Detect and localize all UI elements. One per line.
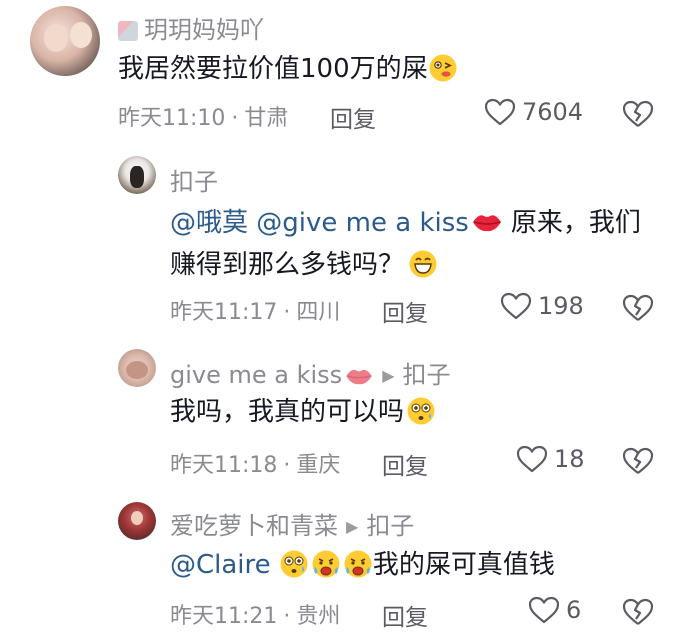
username[interactable]: give me a kiss ▶ 扣子	[170, 355, 451, 390]
comment-item: 玥玥妈妈吖 我居然要拉价值100万的屎 昨天11:10 · 甘肃 回复 7604	[0, 0, 690, 140]
reply-button[interactable]: 回复	[382, 294, 428, 328]
flushed-emoji-icon	[279, 549, 309, 579]
comment-item: 爱吃萝卜和青菜 ▶ 扣子 @Claire 我的屎可真值钱 昨天11:21 · 贵州 回复…	[0, 498, 690, 634]
heart-outline-icon	[500, 292, 532, 320]
gif-placeholder-icon	[118, 21, 138, 41]
reply-button[interactable]: 回复	[382, 447, 428, 481]
avatar[interactable]	[118, 349, 156, 387]
scream-emoji-icon	[311, 549, 341, 579]
location: 贵州	[296, 604, 341, 629]
mention-link[interactable]: @Claire	[170, 550, 271, 580]
reply-to-username[interactable]: 扣子	[366, 512, 414, 540]
broken-heart-icon[interactable]	[622, 100, 654, 128]
lips-icon	[471, 211, 503, 233]
reply-button[interactable]: 回复	[382, 598, 428, 632]
play-arrow-icon: ▶	[346, 517, 359, 536]
meta-separator: ·	[231, 106, 239, 131]
meta-separator: ·	[283, 300, 291, 325]
comment-text-line2: 赚得到那么多钱吗？	[170, 244, 438, 286]
reply-to-username[interactable]: 扣子	[403, 361, 451, 389]
timestamp: 昨天11:18	[170, 453, 278, 478]
comment-item: 扣子 @哦莫 @give me a kiss 原来，我们 赚得到那么多钱吗？ 昨天…	[0, 150, 690, 330]
timestamp: 昨天11:17	[170, 300, 278, 325]
avatar-face	[44, 24, 68, 52]
avatar[interactable]	[118, 156, 156, 194]
like-count: 6	[566, 596, 582, 624]
avatar-face	[131, 511, 143, 525]
like-count: 18	[554, 445, 585, 473]
broken-heart-icon[interactable]	[622, 447, 654, 475]
comment-text: 我居然要拉价值100万的屎	[118, 48, 458, 90]
reply-button[interactable]: 回复	[330, 100, 376, 134]
avatar-child-face	[70, 22, 92, 48]
like-count: 7604	[522, 98, 584, 126]
location: 重庆	[296, 453, 341, 478]
comment-meta: 昨天11:18 · 重庆	[170, 447, 340, 479]
heart-outline-icon	[484, 98, 516, 126]
avatar[interactable]	[118, 502, 156, 540]
like-count: 198	[538, 292, 584, 320]
scream-emoji-icon	[343, 549, 373, 579]
comment-meta: 昨天11:10 · 甘肃	[118, 100, 288, 132]
heart-outline-icon	[516, 445, 548, 473]
location: 四川	[296, 300, 341, 325]
avatar-figure	[126, 361, 148, 379]
location: 甘肃	[244, 106, 289, 131]
mention-link[interactable]: @哦莫	[170, 208, 248, 238]
comment-item: give me a kiss ▶ 扣子 我吗，我真的可以吗 昨天11:18 · 重庆 回…	[0, 345, 690, 485]
wink-emoji-icon	[428, 53, 458, 83]
avatar-figure	[130, 166, 144, 188]
meta-separator: ·	[283, 453, 291, 478]
like-button[interactable]: 18	[516, 445, 585, 473]
comment-text: @哦莫 @give me a kiss 原来，我们	[170, 208, 641, 238]
like-button[interactable]: 6	[528, 596, 581, 624]
meta-separator: ·	[283, 604, 291, 629]
broken-heart-icon[interactable]	[622, 598, 654, 626]
timestamp: 昨天11:21	[170, 604, 278, 629]
comment-text: @Claire 我的屎可真值钱	[170, 549, 555, 580]
username[interactable]: 扣子	[170, 162, 218, 197]
flushed-emoji-icon	[406, 396, 436, 426]
grin-emoji-icon	[408, 249, 438, 279]
comment-text: 我吗，我真的可以吗	[170, 391, 436, 433]
comment-meta: 昨天11:17 · 四川	[170, 294, 340, 326]
avatar[interactable]	[30, 6, 100, 76]
heart-outline-icon	[528, 596, 560, 624]
mention-link[interactable]: @give me a kiss	[256, 208, 469, 238]
lips-icon	[344, 366, 374, 386]
comment-meta: 昨天11:21 · 贵州	[170, 598, 340, 630]
play-arrow-icon: ▶	[382, 366, 395, 385]
timestamp: 昨天11:10	[118, 106, 226, 131]
username[interactable]: 玥玥妈妈吖	[118, 10, 264, 45]
like-button[interactable]: 7604	[484, 98, 583, 126]
like-button[interactable]: 198	[500, 292, 584, 320]
username[interactable]: 爱吃萝卜和青菜 ▶ 扣子	[170, 506, 414, 541]
broken-heart-icon[interactable]	[622, 294, 654, 322]
